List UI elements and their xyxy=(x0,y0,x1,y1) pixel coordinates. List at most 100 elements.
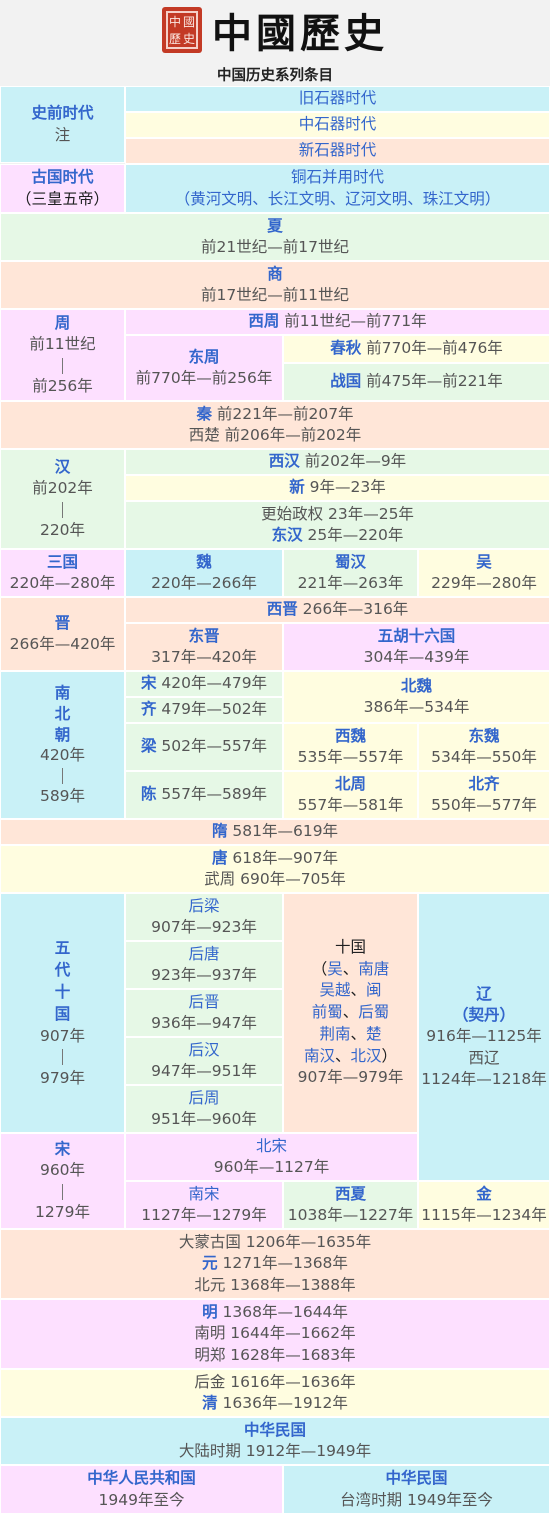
link-liu-song[interactable]: 宋 xyxy=(141,674,157,692)
link-western-wei[interactable]: 西魏 xyxy=(335,726,366,747)
cell-roc-taiwan: 中华民国 台湾时期 1949年至今 xyxy=(283,1465,550,1514)
separator: 、 xyxy=(342,959,359,978)
link-mongol-empire[interactable]: 大蒙古国 1206年—1635年 xyxy=(179,1232,371,1253)
link-northern-han[interactable]: 北汉 xyxy=(351,1047,382,1065)
link-northern-qi[interactable]: 北齐 xyxy=(468,774,499,795)
link-kingdom-tungning[interactable]: 明郑 1628年—1683年 xyxy=(194,1345,355,1366)
link-wu[interactable]: 吴 xyxy=(476,552,492,573)
link-sui[interactable]: 隋 xyxy=(212,822,228,840)
link-jin[interactable]: 晋 xyxy=(55,613,71,634)
link-northern-yuan[interactable]: 北元 1368年—1388年 xyxy=(194,1275,355,1296)
dates-eastern-wei: 534年—550年 xyxy=(431,748,537,766)
link-chalcolithic[interactable]: 铜石并用时代 xyxy=(291,167,384,188)
link-five-dynasties-char[interactable]: 十 xyxy=(55,981,71,1003)
link-eastern-jin[interactable]: 东晋 xyxy=(188,626,219,647)
note-link[interactable]: 注 xyxy=(55,126,71,144)
link-wu-kingdom[interactable]: 吴 xyxy=(327,960,343,978)
link-khitan[interactable]: （契丹） xyxy=(453,1005,515,1026)
link-xia[interactable]: 夏 xyxy=(267,216,283,237)
link-eastern-han[interactable]: 东汉 xyxy=(272,526,303,544)
link-zhou[interactable]: 周 xyxy=(55,313,71,334)
link-warring-states[interactable]: 战国 xyxy=(330,372,361,390)
link-western-zhou[interactable]: 西周 xyxy=(248,312,279,330)
link-republic-of-china[interactable]: 中华民国 xyxy=(244,1420,306,1441)
cell-northern-zhou: 北周 557年—581年 xyxy=(283,771,418,819)
link-southern-song[interactable]: 南宋 xyxy=(188,1184,219,1205)
link-liao[interactable]: 辽 xyxy=(476,984,492,1005)
link-western-xia[interactable]: 西夏 xyxy=(335,1184,366,1205)
link-roc-mainland-period[interactable]: 大陆时期 1912年—1949年 xyxy=(179,1441,371,1462)
dates-han-end: 220年 xyxy=(39,520,86,539)
link-tang[interactable]: 唐 xyxy=(212,849,228,867)
link-roc-taiwan[interactable]: 中华民国 xyxy=(385,1468,447,1489)
link-nanbei-char[interactable]: 朝 xyxy=(55,725,71,746)
link-jin-dynasty[interactable]: 金 xyxy=(476,1184,492,1205)
link-later-shu[interactable]: 后蜀 xyxy=(358,1003,389,1021)
link-taiwan-period[interactable]: 台湾时期 1949年至今 xyxy=(340,1490,493,1511)
dates-xin: 9年—23年 xyxy=(304,478,386,497)
link-western-jin[interactable]: 西晋 xyxy=(267,600,298,618)
link-later-han[interactable]: 后汉 xyxy=(188,1040,219,1061)
link-chen[interactable]: 陈 xyxy=(141,785,157,803)
link-gengshi[interactable]: 更始政权 23年—25年 xyxy=(261,504,414,525)
link-nanbei-char[interactable]: 北 xyxy=(55,704,71,725)
link-later-tang[interactable]: 后唐 xyxy=(188,944,219,965)
link-eastern-zhou[interactable]: 东周 xyxy=(188,347,219,368)
cell-shang: 商 前17世纪—前11世纪 xyxy=(0,261,550,309)
link-five-dynasties-char[interactable]: 代 xyxy=(55,959,71,981)
link-song[interactable]: 宋 xyxy=(55,1139,71,1160)
cell-western-wei: 西魏 535年—557年 xyxy=(283,723,418,771)
link-neolithic[interactable]: 新石器时代 xyxy=(299,140,377,161)
link-southern-han[interactable]: 南汉 xyxy=(304,1047,335,1065)
link-qing[interactable]: 清 xyxy=(202,1394,218,1412)
link-later-zhou[interactable]: 后周 xyxy=(188,1088,219,1109)
link-later-liang[interactable]: 后梁 xyxy=(188,896,219,917)
link-prc[interactable]: 中华人民共和国 xyxy=(87,1468,196,1489)
link-former-shu[interactable]: 前蜀 xyxy=(312,1003,343,1021)
link-western-han[interactable]: 西汉 xyxy=(269,452,300,470)
link-shu-han[interactable]: 蜀汉 xyxy=(335,552,366,573)
link-civilizations[interactable]: （黄河文明、长江文明、辽河文明、珠江文明） xyxy=(175,189,501,210)
separator: 、 xyxy=(350,1024,366,1043)
link-northern-wei[interactable]: 北魏 xyxy=(401,676,432,697)
link-jingnan[interactable]: 荆南 xyxy=(319,1025,350,1043)
link-wu-zhou[interactable]: 武周 690年—705年 xyxy=(204,869,346,890)
link-five-dynasties-char[interactable]: 五 xyxy=(55,937,71,959)
dates-eastern-zhou: 前770年—前256年 xyxy=(135,369,273,387)
link-spring-autumn[interactable]: 春秋 xyxy=(330,339,361,357)
link-prehistoric[interactable]: 史前时代 xyxy=(31,104,93,122)
navbox-subtitle: 中国历史系列条目 xyxy=(217,67,333,84)
link-later-jin[interactable]: 后晋 xyxy=(188,992,219,1013)
link-han[interactable]: 汉 xyxy=(55,457,71,478)
link-chu[interactable]: 楚 xyxy=(366,1025,382,1043)
link-nanbei-char[interactable]: 南 xyxy=(55,683,71,704)
link-western-liao[interactable]: 西辽 xyxy=(468,1048,499,1069)
link-northern-zhou[interactable]: 北周 xyxy=(335,774,366,795)
link-wuyue[interactable]: 吴越 xyxy=(319,981,350,999)
dates-later-tang: 923年—937年 xyxy=(151,966,257,984)
link-northern-song[interactable]: 北宋 xyxy=(256,1136,287,1157)
link-shang[interactable]: 商 xyxy=(267,264,283,285)
link-eastern-wei[interactable]: 东魏 xyxy=(468,726,499,747)
dates-southern-song: 1127年—1279年 xyxy=(141,1206,267,1224)
dates-liang: 502年—557年 xyxy=(156,737,268,756)
link-southern-tang[interactable]: 南唐 xyxy=(358,960,389,978)
link-min[interactable]: 闽 xyxy=(366,981,382,999)
link-liang[interactable]: 梁 xyxy=(141,737,157,755)
link-southern-qi[interactable]: 齐 xyxy=(141,700,157,718)
link-southern-ming[interactable]: 南明 1644年—1662年 xyxy=(194,1323,355,1344)
link-xin[interactable]: 新 xyxy=(289,478,305,496)
link-sixteen-kingdoms[interactable]: 五胡十六国 xyxy=(378,626,456,647)
link-mesolithic[interactable]: 中石器时代 xyxy=(299,114,377,135)
range-bar xyxy=(62,357,63,374)
link-yuan[interactable]: 元 xyxy=(202,1254,218,1272)
link-later-jin-1616[interactable]: 后金 1616年—1636年 xyxy=(194,1372,355,1393)
link-three-kingdoms[interactable]: 三国 xyxy=(47,552,78,573)
link-qin[interactable]: 秦 xyxy=(196,405,212,423)
link-western-chu[interactable]: 西楚 前206年—前202年 xyxy=(189,425,362,446)
link-paleolithic[interactable]: 旧石器时代 xyxy=(299,88,377,109)
link-five-dynasties-char[interactable]: 国 xyxy=(55,1003,71,1025)
link-ming[interactable]: 明 xyxy=(202,1303,218,1321)
link-wei[interactable]: 魏 xyxy=(196,552,212,573)
link-ancient-states[interactable]: 古国时代 xyxy=(31,167,93,188)
